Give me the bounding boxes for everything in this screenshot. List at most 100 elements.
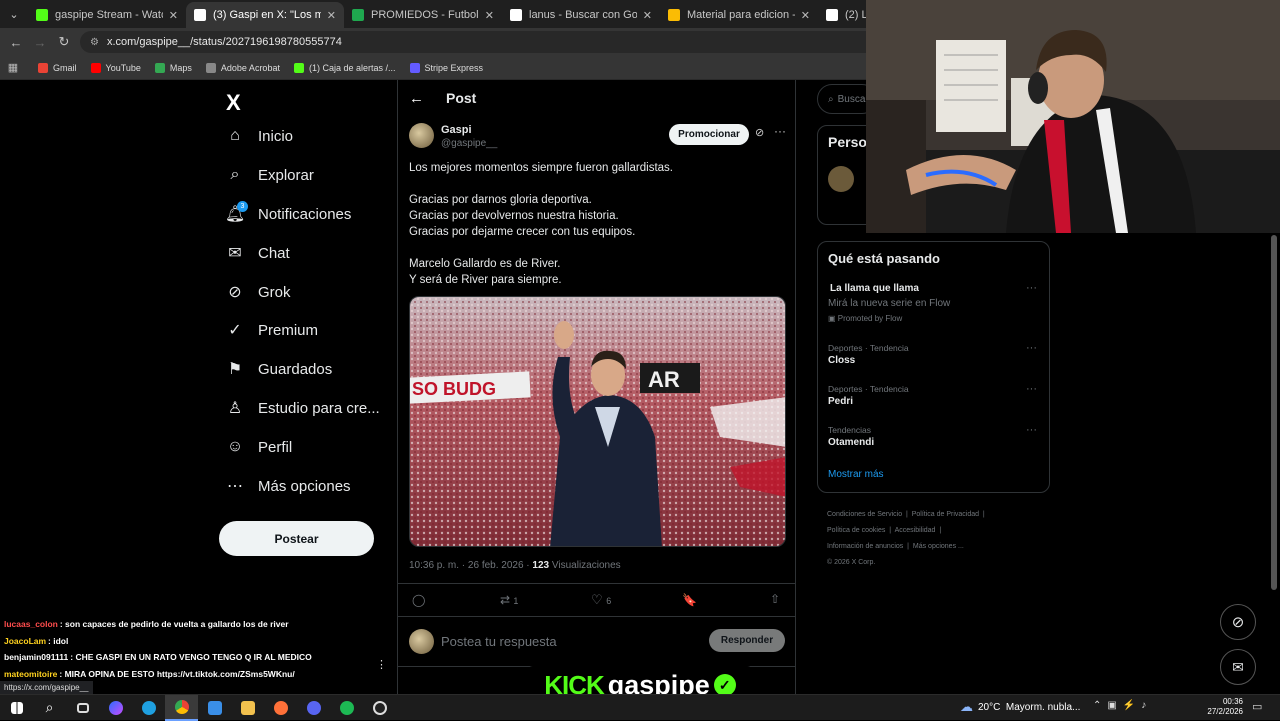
discord-icon[interactable] <box>297 695 330 721</box>
footer-link[interactable]: Política de Privacidad <box>912 511 979 518</box>
sidebar-item-estudio-para-cre[interactable]: ♙ Estudio para cre... <box>226 399 380 418</box>
trend-title[interactable]: Closs <box>828 355 855 366</box>
post-image[interactable]: SO BUDG AR <box>409 296 786 547</box>
browser-tab[interactable]: Material para edicion - Google ✕ <box>660 2 818 28</box>
browser-tab[interactable]: (3) Gaspi en X: "Los mejores mo ✕ <box>186 2 344 28</box>
bookmark-icon[interactable]: 🔖 <box>682 593 697 607</box>
sidebar-item-chat[interactable]: ✉ Chat <box>226 244 289 263</box>
grok-icon[interactable]: ⊘ <box>755 126 764 139</box>
clock[interactable]: 00:36 27/2/2026 <box>1203 697 1243 717</box>
notifications-icon[interactable]: ▭ <box>1252 700 1262 713</box>
bookmark-label: Stripe Express <box>424 62 484 73</box>
x-logo[interactable]: X <box>226 90 241 116</box>
footer-link[interactable]: Accesibilidad <box>895 527 936 534</box>
more-icon[interactable]: ··· <box>774 124 786 138</box>
close-icon[interactable]: ✕ <box>801 9 810 22</box>
site-info-icon[interactable]: ⚙ <box>90 37 99 48</box>
promote-button[interactable]: Promocionar <box>669 124 749 145</box>
bookmark-item[interactable]: Gmail <box>38 62 77 73</box>
apps-grid-icon[interactable]: ▦ <box>0 61 26 74</box>
reload-icon[interactable]: ↻ <box>52 34 76 50</box>
sidebar-item-grok[interactable]: ⊘ Grok <box>226 283 290 302</box>
sidebar-item-explorar[interactable]: ⌕ Explorar <box>226 166 314 184</box>
browser-tab[interactable]: PROMIEDOS - Futbol Argentino ✕ <box>344 2 502 28</box>
copyright: © 2026 X Corp. <box>827 559 876 566</box>
weather-widget[interactable]: ☁ 20°C Mayorm. nubla... <box>960 699 1080 715</box>
trend-title[interactable]: La llama que llama <box>830 283 919 294</box>
close-icon[interactable]: ✕ <box>643 9 652 22</box>
bookmark-item[interactable]: YouTube <box>90 62 141 73</box>
more-icon[interactable]: ··· <box>1026 424 1037 436</box>
close-icon[interactable]: ✕ <box>327 9 336 22</box>
spotify-icon[interactable] <box>330 695 363 721</box>
edge-icon[interactable] <box>132 695 165 721</box>
tab-search-button[interactable]: ⌄ <box>0 0 28 28</box>
verified-icon: ✓ <box>228 322 242 339</box>
messages-float-button[interactable]: ✉ <box>1220 649 1256 685</box>
browser-tab[interactable]: gaspipe Stream - Watch Live on ✕ <box>28 2 186 28</box>
post-button[interactable]: Postear <box>219 521 374 556</box>
bookmark-label: Maps <box>169 62 192 73</box>
chat-username[interactable]: mateomitoire <box>4 669 57 679</box>
footer-link[interactable]: Condiciones de Servicio <box>827 511 902 518</box>
firefox-icon[interactable] <box>264 695 297 721</box>
chrome-icon[interactable] <box>165 694 198 721</box>
chat-more-icon[interactable]: ⋮ <box>376 658 387 671</box>
search-icon[interactable]: ⌕ <box>33 695 66 721</box>
browser-tab[interactable]: lanus - Buscar con Google ✕ <box>502 2 660 28</box>
bookmark-item[interactable]: (1) Caja de alertas /... <box>293 62 396 73</box>
sidebar-item-guardados[interactable]: ⚑ Guardados <box>226 360 332 379</box>
stadium-photo: SO BUDG AR <box>410 297 785 546</box>
trend-title[interactable]: Otamendi <box>828 437 874 448</box>
avatar[interactable] <box>828 166 854 192</box>
retweet-action[interactable]: ⇄ 1 <box>500 593 518 607</box>
more-icon[interactable]: ··· <box>1026 342 1037 354</box>
back-icon[interactable]: ← <box>4 35 28 50</box>
sidebar-item-perfil[interactable]: ☺ Perfil <box>226 438 292 456</box>
forward-icon[interactable]: → <box>28 35 52 50</box>
sidebar-item-inicio[interactable]: ⌂ Inicio <box>226 127 293 145</box>
scrollbar[interactable] <box>1271 235 1277 590</box>
footer-link[interactable]: Más opciones ... <box>913 543 964 550</box>
bookmark-item[interactable]: Stripe Express <box>409 62 484 73</box>
obs-icon[interactable] <box>363 695 396 721</box>
footer-link[interactable]: Información de anuncios <box>827 543 903 550</box>
task-view-icon[interactable] <box>66 695 99 721</box>
reply-icon[interactable]: ◯ <box>412 593 425 607</box>
back-arrow-icon[interactable]: ← <box>409 90 424 107</box>
sidebar-item-label: Notificaciones <box>258 205 352 223</box>
sidebar-item-premium[interactable]: ✓ Premium <box>226 321 318 340</box>
avatar[interactable] <box>409 123 434 148</box>
close-icon[interactable]: ✕ <box>169 9 178 22</box>
bookmark-item[interactable]: Adobe Acrobat <box>205 62 280 73</box>
show-more-link[interactable]: Mostrar más <box>828 469 884 480</box>
chat-username[interactable]: JoacoLam <box>4 636 46 646</box>
bookmark-item[interactable]: Maps <box>154 62 192 73</box>
trend-title[interactable]: Pedri <box>828 396 853 407</box>
reply-input[interactable]: Postea tu respuesta <box>441 634 557 649</box>
mail-icon: ✉ <box>228 245 242 262</box>
footer-link[interactable]: Política de cookies <box>827 527 885 534</box>
notification-badge: 3 <box>237 201 248 212</box>
author-name[interactable]: Gaspi <box>441 124 472 136</box>
chat-username[interactable]: lucaas_colon <box>4 619 58 629</box>
store-icon[interactable] <box>198 695 231 721</box>
share-icon[interactable]: ⇧ <box>770 592 780 606</box>
like-action[interactable]: ♡ 6 <box>591 592 611 608</box>
close-icon[interactable]: ✕ <box>485 9 494 22</box>
grok-float-button[interactable]: ⊘ <box>1220 604 1256 640</box>
more-icon[interactable]: ··· <box>1026 282 1037 294</box>
reply-button[interactable]: Responder <box>709 629 785 652</box>
file-explorer-icon[interactable] <box>231 695 264 721</box>
copilot-icon[interactable] <box>99 695 132 721</box>
sidebar-item-label: Más opciones <box>258 477 351 495</box>
sidebar-item-notificaciones[interactable]: 🔔︎ 3 Notificaciones <box>225 201 352 223</box>
chat-username[interactable]: benjamin091111 <box>4 652 68 662</box>
more-icon[interactable]: ··· <box>1026 383 1037 395</box>
system-tray-icons[interactable]: ⌃▣⚡♪ <box>1093 700 1152 711</box>
post-timestamp: 10:36 p. m. · 26 feb. 2026 · 123 Visuali… <box>409 560 621 571</box>
windows-start-icon[interactable] <box>0 695 33 721</box>
author-handle[interactable]: @gaspipe__ <box>441 138 497 149</box>
sidebar-item-más-opciones[interactable]: ⋯ Más opciones <box>226 477 351 496</box>
promiedos-icon <box>352 9 364 21</box>
